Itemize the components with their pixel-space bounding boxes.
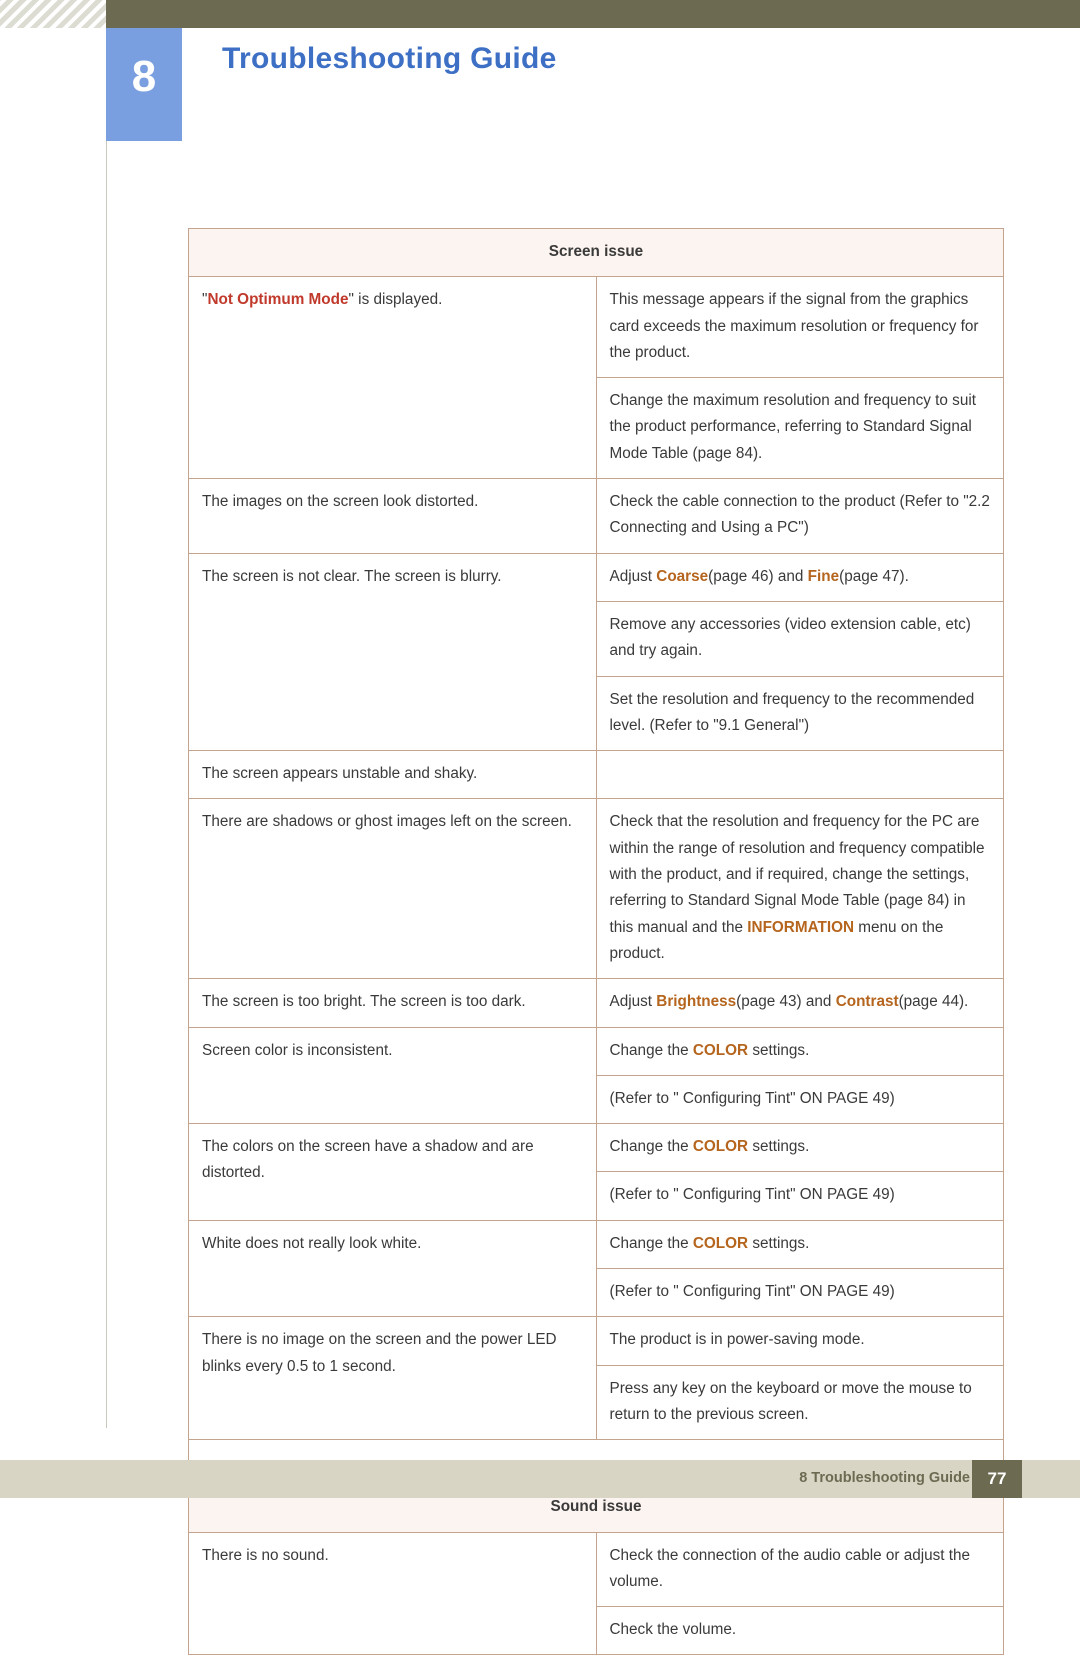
table-row: There is no image on the screen and the … xyxy=(188,1316,1004,1441)
table-row: The screen appears unstable and shaky. xyxy=(188,750,1004,800)
left-margin-rule xyxy=(106,28,107,1428)
solution-cell: Change the COLOR settings. xyxy=(595,1219,1004,1270)
text-run: (page 47). xyxy=(839,567,909,585)
text-run: The screen is too bright. The screen is … xyxy=(202,993,526,1011)
menu-term: Fine xyxy=(807,567,840,585)
chapter-number-badge: 8 xyxy=(106,28,182,141)
text-run: There is no sound. xyxy=(202,1546,329,1564)
symptom-cell: Screen color is inconsistent. xyxy=(188,1026,597,1125)
menu-term: Contrast xyxy=(835,993,899,1011)
text-run: The screen is not clear. The screen is b… xyxy=(202,567,502,585)
table-row: There are shadows or ghost images left o… xyxy=(188,798,1004,980)
troubleshooting-table: Screen issue "Not Optimum Mode" is displa… xyxy=(188,227,1004,1655)
solution-cell: Change the COLOR settings. xyxy=(595,1123,1004,1173)
section-header-label: Screen issue xyxy=(188,227,1004,278)
symptom-cell: The screen is too bright. The screen is … xyxy=(188,978,597,1028)
solution-cell: This message appears if the signal from … xyxy=(595,276,1004,379)
text-run: Press any key on the keyboard or move th… xyxy=(609,1379,972,1423)
text-run: settings. xyxy=(748,1234,810,1252)
text-run: (page 46) and xyxy=(708,567,808,585)
footer-page-number: 77 xyxy=(972,1460,1022,1498)
text-run: Set the resolution and frequency to the … xyxy=(609,690,975,734)
text-run: (page 44). xyxy=(898,993,969,1011)
symptom-cell: The colors on the screen have a shadow a… xyxy=(188,1123,597,1221)
text-run: The screen appears unstable and shaky. xyxy=(202,765,478,783)
solution-cell: Adjust Coarse(page 46) and Fine(page 47)… xyxy=(595,552,1004,602)
solution-cell: (Refer to " Configuring Tint" ON PAGE 49… xyxy=(595,1074,1004,1125)
header-hatch-decoration xyxy=(0,0,106,28)
troubleshooting-tables: Screen issue "Not Optimum Mode" is displa… xyxy=(188,227,1004,1655)
symptom-cell: There are shadows or ghost images left o… xyxy=(188,798,597,980)
text-run: Change the maximum resolution and freque… xyxy=(609,392,976,462)
text-run: Change the xyxy=(609,1138,693,1156)
text-run: There is no image on the screen and the … xyxy=(202,1331,557,1375)
text-run: (Refer to " Configuring Tint" ON PAGE 49… xyxy=(609,1283,895,1301)
solution-cell: Press any key on the keyboard or move th… xyxy=(595,1364,1004,1441)
solution-cell: Check that the resolution and frequency … xyxy=(595,798,1004,980)
text-run: Check that the resolution and frequency … xyxy=(609,813,985,936)
table-row: The screen is too bright. The screen is … xyxy=(188,978,1004,1028)
table-row: The colors on the screen have a shadow a… xyxy=(188,1123,1004,1221)
text-run: settings. xyxy=(748,1041,810,1059)
solution-cell: Set the resolution and frequency to the … xyxy=(595,675,1004,752)
symptom-cell: The screen appears unstable and shaky. xyxy=(188,750,597,800)
solution-cell xyxy=(595,750,1004,800)
solution-cell: Remove any accessories (video extension … xyxy=(595,600,1004,677)
solution-cell: Check the volume. xyxy=(595,1606,1004,1655)
page-title: Troubleshooting Guide xyxy=(222,42,557,75)
page-header-bar xyxy=(0,0,1080,28)
symptom-cell: There is no image on the screen and the … xyxy=(188,1316,597,1441)
text-run: Check the connection of the audio cable … xyxy=(609,1546,971,1590)
text-run: (Refer to " Configuring Tint" ON PAGE 49… xyxy=(609,1186,895,1204)
solution-cell: Check the connection of the audio cable … xyxy=(595,1531,1004,1608)
solution-cell: Adjust Brightness(page 43) and Contrast(… xyxy=(595,978,1004,1028)
text-run: Check the cable connection to the produc… xyxy=(609,493,990,537)
solution-cell: Change the COLOR settings. xyxy=(595,1026,1004,1076)
text-run: There are shadows or ghost images left o… xyxy=(202,813,572,831)
text-run: Screen color is inconsistent. xyxy=(202,1041,393,1059)
menu-term: COLOR xyxy=(692,1234,749,1252)
text-run: settings. xyxy=(748,1138,810,1156)
menu-term: Brightness xyxy=(656,993,737,1011)
menu-term: Coarse xyxy=(656,567,709,585)
symptom-cell: The screen is not clear. The screen is b… xyxy=(188,552,597,752)
text-run: (Refer to " Configuring Tint" ON PAGE 49… xyxy=(609,1089,895,1107)
menu-term: COLOR xyxy=(692,1138,749,1156)
menu-term: INFORMATION xyxy=(747,918,855,936)
highlight-term: Not Optimum Mode xyxy=(207,291,349,309)
header-olive-band xyxy=(106,0,1080,28)
solution-cell: (Refer to " Configuring Tint" ON PAGE 49… xyxy=(595,1268,1004,1318)
text-run: White does not really look white. xyxy=(202,1234,422,1252)
solution-cell: (Refer to " Configuring Tint" ON PAGE 49… xyxy=(595,1171,1004,1221)
text-run: Adjust xyxy=(609,993,657,1011)
table-row: White does not really look white. Change … xyxy=(188,1219,1004,1318)
text-run: The images on the screen look distorted. xyxy=(202,493,479,511)
table-row: The images on the screen look distorted.… xyxy=(188,478,1004,554)
solution-cell: Check the cable connection to the produc… xyxy=(595,478,1004,554)
text-run: Change the xyxy=(609,1041,693,1059)
text-run: Check the volume. xyxy=(609,1621,737,1639)
table-row: There is no sound. Check the connection o… xyxy=(188,1531,1004,1655)
symptom-cell: "Not Optimum Mode" is displayed. xyxy=(188,276,597,480)
text-run: Change the xyxy=(609,1234,693,1252)
footer-label: 8 Troubleshooting Guide xyxy=(799,1470,970,1486)
menu-term: COLOR xyxy=(692,1041,749,1059)
text-run: " is displayed. xyxy=(348,291,443,309)
symptom-cell: The images on the screen look distorted. xyxy=(188,478,597,554)
solution-cell: The product is in power-saving mode. xyxy=(595,1316,1004,1366)
text-run: This message appears if the signal from … xyxy=(609,291,979,361)
symptom-cell: There is no sound. xyxy=(188,1531,597,1655)
solution-cell: Change the maximum resolution and freque… xyxy=(595,377,1004,480)
text-run: The colors on the screen have a shadow a… xyxy=(202,1138,534,1182)
table-row: Screen color is inconsistent. Change the … xyxy=(188,1026,1004,1125)
text-run: Remove any accessories (video extension … xyxy=(609,615,971,660)
table-row: The screen is not clear. The screen is b… xyxy=(188,552,1004,752)
table-row: "Not Optimum Mode" is displayed. This mes… xyxy=(188,276,1004,480)
text-run: (page 43) and xyxy=(736,993,836,1011)
text-run: The product is in power-saving mode. xyxy=(609,1331,865,1349)
table-section-header: Screen issue xyxy=(188,227,1004,278)
symptom-cell: White does not really look white. xyxy=(188,1219,597,1318)
text-run: Adjust xyxy=(609,567,657,585)
